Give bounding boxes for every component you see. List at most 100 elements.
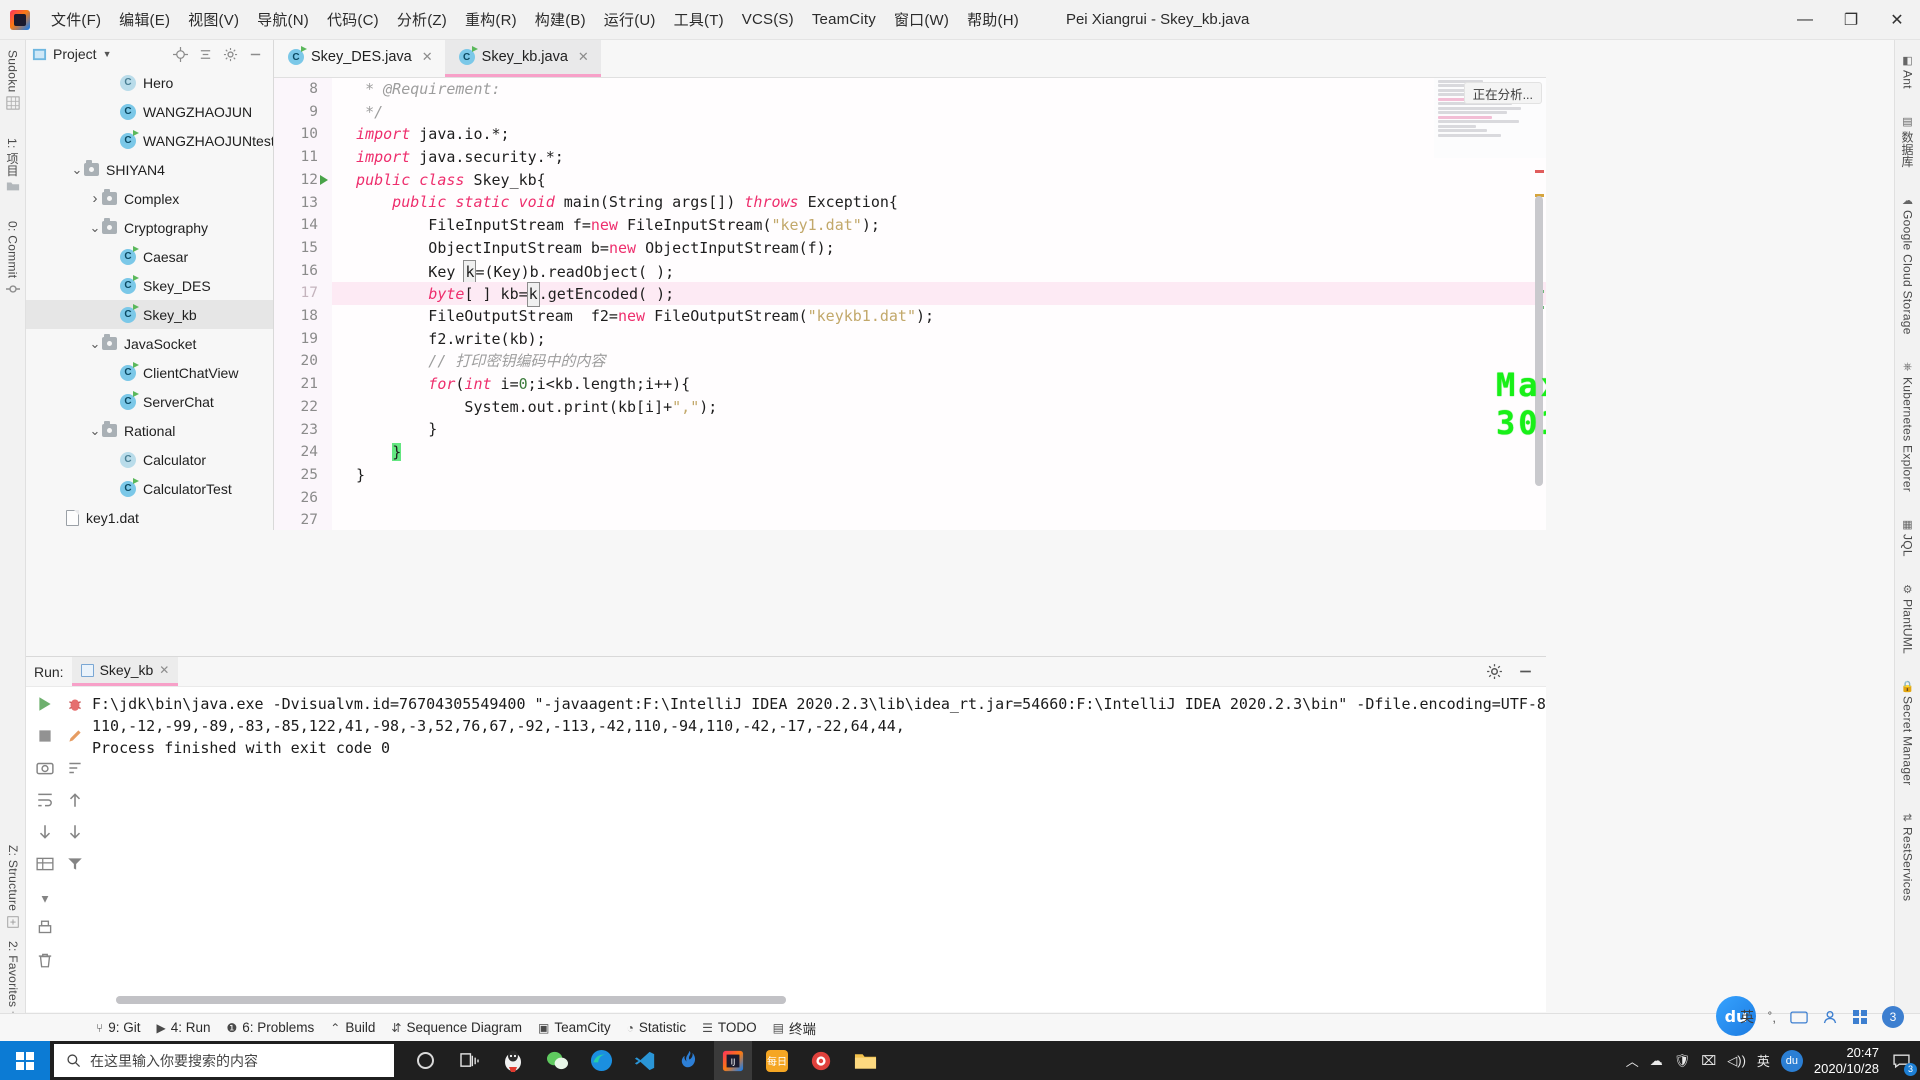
tree-item-key1-dat[interactable]: key1.dat xyxy=(26,503,273,530)
code-line-20[interactable]: // 打印密钥编码中的内容 xyxy=(332,350,1546,373)
status-bar-item-sequence-diagram[interactable]: ⇵ Sequence Diagram xyxy=(391,1020,522,1035)
scroll-end-icon[interactable] xyxy=(36,823,54,841)
tree-item-javasocket[interactable]: ⌄ JavaSocket xyxy=(26,329,273,358)
menu-item-11[interactable]: TeamCity xyxy=(803,6,885,33)
chevron-down-icon[interactable]: ▼ xyxy=(103,49,112,59)
taskbar-search-input[interactable]: 在这里输入你要搜索的内容 xyxy=(54,1044,394,1077)
settings-gear-icon[interactable] xyxy=(223,47,238,62)
print-icon[interactable] xyxy=(36,919,54,937)
right-strip-item-secret-manager[interactable]: 🔒 Secret Manager xyxy=(1901,664,1915,792)
restore-button[interactable]: ❐ xyxy=(1828,0,1874,40)
tool-strip-item-commit[interactable]: 0: Commit xyxy=(0,199,25,301)
locate-icon[interactable] xyxy=(173,46,188,62)
chevron-down-icon[interactable]: ⌄ xyxy=(88,423,102,439)
ime-grid-icon[interactable] xyxy=(1852,1009,1868,1025)
ime-badge[interactable]: 3 xyxy=(1882,1006,1904,1028)
tree-item-caesar[interactable]: C Caesar xyxy=(26,242,273,271)
tool-strip-item-sudoku[interactable]: Sudoku xyxy=(0,40,25,116)
editor-tab-close-icon[interactable]: ✕ xyxy=(422,49,433,65)
code-line-23[interactable]: } xyxy=(332,418,1546,441)
code-line-27[interactable] xyxy=(332,509,1546,530)
tree-item-cryptography[interactable]: ⌄ Cryptography xyxy=(26,213,273,242)
editor-tab-close-icon[interactable]: ✕ xyxy=(578,49,589,65)
menu-item-12[interactable]: 窗口(W) xyxy=(885,4,958,35)
menu-item-1[interactable]: 编辑(E) xyxy=(110,4,179,35)
run-console-output[interactable]: F:\jdk\bin\java.exe -Dvisualvm.id=767043… xyxy=(84,687,1546,986)
editor-vertical-scrollbar[interactable] xyxy=(1535,196,1543,486)
chevron-down-icon[interactable]: ⌄ xyxy=(88,336,102,352)
status-bar-item-teamcity[interactable]: ▣ TeamCity xyxy=(538,1020,611,1035)
right-strip-item-jql[interactable]: ▦ JQL xyxy=(1901,502,1915,563)
code-line-16[interactable]: Key k=(Key)b.readObject( ); xyxy=(332,259,1546,285)
status-bar-item-todo[interactable]: ☰ TODO xyxy=(702,1020,757,1035)
console-scrollbar-thumb[interactable] xyxy=(116,996,786,1004)
baidu-tray-icon[interactable]: du xyxy=(1780,1049,1803,1072)
editor-tab-skey_des-java[interactable]: C Skey_DES.java ✕ xyxy=(274,40,445,77)
code-line-21[interactable]: for(int i=0;i<kb.length;i++){ xyxy=(332,373,1546,396)
rerun-icon[interactable] xyxy=(36,695,54,713)
collapse-all-icon[interactable] xyxy=(198,47,213,62)
menu-item-6[interactable]: 重构(R) xyxy=(456,4,526,35)
table-icon[interactable] xyxy=(36,855,54,873)
ime-lang-icon[interactable]: 英 xyxy=(1757,1051,1770,1070)
pin-icon[interactable] xyxy=(36,887,54,905)
wrap-text-icon[interactable] xyxy=(36,791,54,809)
taskbar-clock[interactable]: 20:47 2020/10/28 xyxy=(1814,1045,1879,1077)
tree-item-serverchat[interactable]: C ServerChat xyxy=(26,387,273,416)
code-line-11[interactable]: import java.security.*; xyxy=(332,146,1546,169)
run-tab-close-icon[interactable]: ✕ xyxy=(159,663,169,677)
filter-icon[interactable] xyxy=(66,855,84,873)
windows-start-icon[interactable] xyxy=(0,1041,50,1080)
menu-item-9[interactable]: 工具(T) xyxy=(665,4,733,35)
close-button[interactable]: ✕ xyxy=(1874,0,1920,40)
menu-item-2[interactable]: 视图(V) xyxy=(179,4,248,35)
tree-item-calculatortest[interactable]: C CalculatorTest xyxy=(26,474,273,503)
menu-item-7[interactable]: 构建(B) xyxy=(526,4,595,35)
ime-punct-icon[interactable]: ˚, xyxy=(1768,1010,1776,1025)
file-explorer-icon[interactable] xyxy=(846,1041,884,1080)
console-horizontal-scrollbar[interactable] xyxy=(116,996,786,1004)
menu-item-3[interactable]: 导航(N) xyxy=(248,4,318,35)
tree-item-shiyan4[interactable]: ⌄ SHIYAN4 xyxy=(26,155,273,184)
code-editor[interactable]: 8 9 10 11 12 13 14 15 16 17 18 19 20 21 22 23 24 25 26 27 *… xyxy=(274,78,1546,530)
pen-icon[interactable] xyxy=(66,727,84,745)
menu-item-0[interactable]: 文件(F) xyxy=(42,4,110,35)
tree-item-hero[interactable]: C Hero xyxy=(26,68,273,97)
stop-icon[interactable] xyxy=(36,727,54,745)
code-line-18[interactable]: FileOutputStream f2=new FileOutputStream… xyxy=(332,305,1546,328)
tool-strip-item-structure[interactable]: Z: Structure xyxy=(0,839,26,934)
vscode-icon[interactable] xyxy=(626,1041,664,1080)
intellij-idea-icon[interactable]: IJ xyxy=(714,1041,752,1080)
ime-language-label[interactable]: 英 xyxy=(1740,1007,1754,1027)
right-strip-item-ant[interactable]: ◧ Ant xyxy=(1901,48,1915,95)
tree-item-complex[interactable]: › Complex xyxy=(26,184,273,213)
meituan-icon[interactable]: 每日 xyxy=(758,1041,796,1080)
menu-item-4[interactable]: 代码(C) xyxy=(318,4,388,35)
menu-item-13[interactable]: 帮助(H) xyxy=(958,4,1028,35)
right-strip-item-restservices[interactable]: ⇄ RestServices xyxy=(1901,795,1915,907)
edge-icon[interactable] xyxy=(582,1041,620,1080)
sort-icon[interactable] xyxy=(66,759,84,777)
camera-icon[interactable] xyxy=(36,759,54,777)
status-bar-item-终端[interactable]: ▤ 终端 xyxy=(773,1018,816,1038)
chevron-right-icon[interactable]: › xyxy=(88,190,102,207)
shield-icon[interactable]: 🛡 xyxy=(1674,1053,1691,1069)
code-line-19[interactable]: f2.write(kb); xyxy=(332,328,1546,351)
tree-item-calculator[interactable]: C Calculator xyxy=(26,445,273,474)
code-line-8[interactable]: * @Requirement: xyxy=(332,78,1546,101)
code-line-14[interactable]: FileInputStream f=new FileInputStream("k… xyxy=(332,214,1546,237)
cloud-icon[interactable]: ☁ xyxy=(1650,1053,1663,1069)
code-line-9[interactable]: */ xyxy=(332,101,1546,124)
code-line-10[interactable]: import java.io.*; xyxy=(332,123,1546,146)
code-line-17[interactable]: byte[ ] kb=k.getEncoded( ); xyxy=(332,282,1546,307)
code-line-25[interactable]: } xyxy=(332,464,1546,487)
wechat-icon[interactable] xyxy=(538,1041,576,1080)
code-line-12[interactable]: public class Skey_kb{ xyxy=(332,169,1546,192)
visualvm-icon[interactable] xyxy=(670,1041,708,1080)
right-strip-item-google-cloud-storage[interactable]: ☁ Google Cloud Storage xyxy=(1901,178,1915,341)
cortana-icon[interactable] xyxy=(406,1041,444,1080)
chevron-down-icon[interactable]: ⌄ xyxy=(70,162,84,178)
editor-tab-skey_kb-java[interactable]: C Skey_kb.java ✕ xyxy=(444,40,601,77)
code-line-15[interactable]: ObjectInputStream b=new ObjectInputStrea… xyxy=(332,237,1546,260)
tree-item-wangzhaojun[interactable]: C WANGZHAOJUN xyxy=(26,97,273,126)
